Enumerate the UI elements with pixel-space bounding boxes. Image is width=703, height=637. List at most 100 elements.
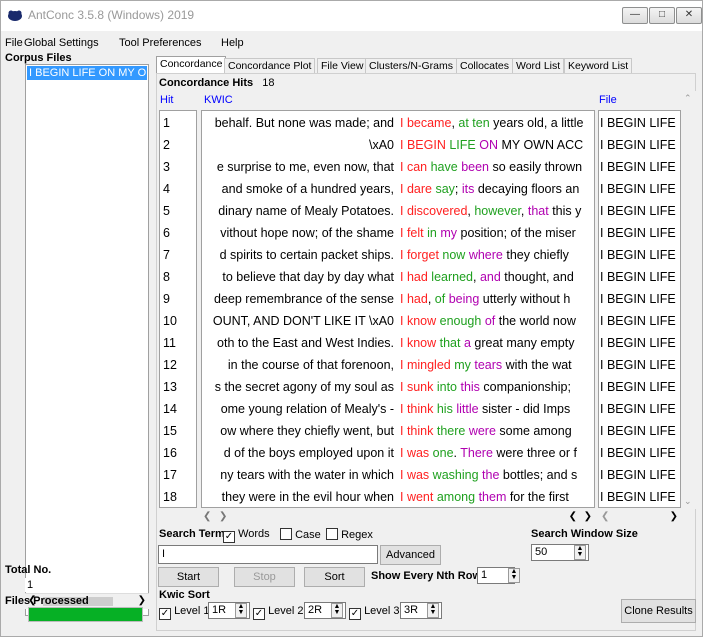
search-window-size-stepper[interactable]: ▲ ▼: [574, 545, 586, 560]
file-name[interactable]: I BEGIN LIFE: [600, 442, 676, 464]
menu-help[interactable]: Help: [221, 37, 244, 49]
kwic-row[interactable]: and smoke of a hundred years, I dare say;…: [202, 178, 594, 200]
kwic-row[interactable]: ome young relation of Mealy's - I think h…: [202, 398, 594, 420]
file-name[interactable]: I BEGIN LIFE: [600, 310, 676, 332]
hit-number[interactable]: 2: [163, 134, 170, 156]
words-checkbox-option[interactable]: ✓ Words: [223, 528, 270, 543]
tab-clusters-ngrams[interactable]: Clusters/N-Grams: [365, 58, 458, 74]
case-checkbox-option[interactable]: Case: [280, 528, 321, 541]
file-name[interactable]: I BEGIN LIFE: [600, 354, 676, 376]
scroll-up-icon[interactable]: ⌃: [684, 93, 692, 104]
hit-column-scrollbar[interactable]: [159, 510, 197, 526]
hit-number[interactable]: 9: [163, 288, 170, 310]
hit-number[interactable]: 10: [163, 310, 177, 332]
kwic-column[interactable]: behalf. But none was made; and I became, …: [201, 110, 595, 508]
scroll-right-icon[interactable]: ❯: [670, 511, 678, 522]
results-vertical-scrollbar[interactable]: ⌃ ⌄: [681, 91, 696, 509]
file-name[interactable]: I BEGIN LIFE: [600, 266, 676, 288]
kwic-row[interactable]: s the secret agony of my soul as I sunk i…: [202, 376, 594, 398]
file-name[interactable]: I BEGIN LIFE: [600, 178, 676, 200]
hit-number[interactable]: 11: [163, 332, 176, 354]
start-button[interactable]: Start: [158, 567, 219, 587]
scroll-left-icon[interactable]: ❮: [569, 511, 577, 522]
file-name[interactable]: I BEGIN LIFE: [600, 486, 676, 507]
file-column-header[interactable]: File: [599, 94, 617, 106]
kwic-row[interactable]: oth to the East and West Indies. I know t…: [202, 332, 594, 354]
advanced-button[interactable]: Advanced: [380, 545, 441, 565]
hit-number[interactable]: 17: [163, 464, 177, 486]
file-name[interactable]: I BEGIN LIFE: [600, 288, 676, 310]
kwic-row[interactable]: d spirits to certain packet ships. I forg…: [202, 244, 594, 266]
menu-file[interactable]: File: [5, 37, 23, 49]
scroll-left-icon[interactable]: ❮: [601, 511, 609, 522]
kwic-row[interactable]: they were in the evil hour when I went am…: [202, 486, 594, 507]
corpus-file-item[interactable]: I BEGIN LIFE ON MY O: [27, 66, 147, 80]
scroll-right-icon[interactable]: ❯: [584, 511, 592, 522]
hit-number[interactable]: 8: [163, 266, 170, 288]
kwic-column-scrollbar[interactable]: ❮ ❯ ❮ ❯: [201, 510, 595, 526]
hit-number[interactable]: 14: [163, 398, 177, 420]
kwic-row[interactable]: in the course of that forenoon, I mingled…: [202, 354, 594, 376]
corpus-files-list[interactable]: I BEGIN LIFE ON MY O: [25, 64, 149, 616]
regex-checkbox[interactable]: [326, 528, 338, 540]
hit-column-header[interactable]: Hit: [160, 94, 173, 106]
hit-number[interactable]: 18: [163, 486, 177, 508]
kwic-row[interactable]: vithout hope now; of the shame I felt in …: [202, 222, 594, 244]
menu-global-settings[interactable]: Global Settings: [24, 37, 99, 49]
menu-tool-preferences[interactable]: Tool Preferences: [119, 37, 202, 49]
kwic-row[interactable]: behalf. But none was made; and I became, …: [202, 112, 594, 134]
stop-button[interactable]: Stop: [234, 567, 295, 587]
file-name[interactable]: I BEGIN LIFE: [600, 244, 676, 266]
file-name[interactable]: I BEGIN LIFE: [600, 398, 676, 420]
kwic-row[interactable]: OUNT, AND DON'T LIKE IT \xA0 I know enoug…: [202, 310, 594, 332]
level3-checkbox[interactable]: ✓: [349, 608, 361, 620]
kwic-column-header[interactable]: KWIC: [204, 94, 233, 106]
file-name[interactable]: I BEGIN LIFE: [600, 156, 676, 178]
level2-option[interactable]: ✓ Level 2: [253, 605, 304, 620]
file-name[interactable]: I BEGIN LIFE: [600, 464, 676, 486]
kwic-row[interactable]: d of the boys employed upon it I was one.…: [202, 442, 594, 464]
level3-stepper[interactable]: ▲ ▼: [427, 603, 439, 618]
search-term-input[interactable]: I: [158, 545, 378, 564]
file-name[interactable]: I BEGIN LIFE: [600, 376, 676, 398]
level1-option[interactable]: ✓ Level 1: [159, 605, 210, 620]
hit-number[interactable]: 13: [163, 376, 177, 398]
clone-results-button[interactable]: Clone Results: [621, 599, 696, 623]
file-name[interactable]: I BEGIN LIFE: [600, 200, 676, 222]
kwic-row[interactable]: dinary name of Mealy Potatoes. I discover…: [202, 200, 594, 222]
file-column[interactable]: I BEGIN LIFE I BEGIN LIFE I BEGIN LIFE I BE…: [598, 110, 681, 508]
file-name[interactable]: I BEGIN LIFE: [600, 134, 676, 156]
file-column-scrollbar[interactable]: ❮ ❯: [598, 510, 681, 526]
scroll-right-icon[interactable]: ❯: [219, 511, 227, 522]
hit-number[interactable]: 6: [163, 222, 170, 244]
maximize-button[interactable]: □: [649, 7, 675, 24]
scroll-right-icon[interactable]: ❯: [138, 595, 146, 606]
hit-number[interactable]: 5: [163, 200, 170, 222]
file-name[interactable]: I BEGIN LIFE: [600, 222, 676, 244]
tab-file-view[interactable]: File View: [317, 58, 368, 74]
scroll-left-icon[interactable]: ❮: [203, 511, 211, 522]
tab-collocates[interactable]: Collocates: [456, 58, 514, 74]
kwic-row[interactable]: \xA0 I BEGIN LIFE ON MY OWN ACC: [202, 134, 594, 156]
kwic-row[interactable]: e surprise to me, even now, that I can ha…: [202, 156, 594, 178]
file-name[interactable]: I BEGIN LIFE: [600, 332, 676, 354]
kwic-row[interactable]: ny tears with the water in which I was wa…: [202, 464, 594, 486]
level2-stepper[interactable]: ▲ ▼: [331, 603, 343, 618]
scroll-down-icon[interactable]: ⌄: [684, 496, 692, 507]
tab-concordance-plot[interactable]: Concordance Plot: [224, 58, 316, 74]
hit-number[interactable]: 16: [163, 442, 177, 464]
hit-number[interactable]: 3: [163, 156, 170, 178]
kwic-row[interactable]: deep remembrance of the sense I had, of b…: [202, 288, 594, 310]
level2-checkbox[interactable]: ✓: [253, 608, 265, 620]
file-name[interactable]: I BEGIN LIFE: [600, 420, 676, 442]
hit-number[interactable]: 7: [163, 244, 170, 266]
level3-option[interactable]: ✓ Level 3: [349, 605, 400, 620]
hit-number[interactable]: 15: [163, 420, 177, 442]
close-button[interactable]: ✕: [676, 7, 702, 24]
kwic-row[interactable]: to believe that day by day what I had lea…: [202, 266, 594, 288]
tab-word-list[interactable]: Word List: [512, 58, 565, 74]
file-name[interactable]: I BEGIN LIFE: [600, 112, 676, 134]
hit-number-column[interactable]: 1 2 3 4 5 6 7 8 9 10 11 12 13 14 15 16 17 18: [159, 110, 197, 508]
level1-checkbox[interactable]: ✓: [159, 608, 171, 620]
minimize-button[interactable]: —: [622, 7, 648, 24]
